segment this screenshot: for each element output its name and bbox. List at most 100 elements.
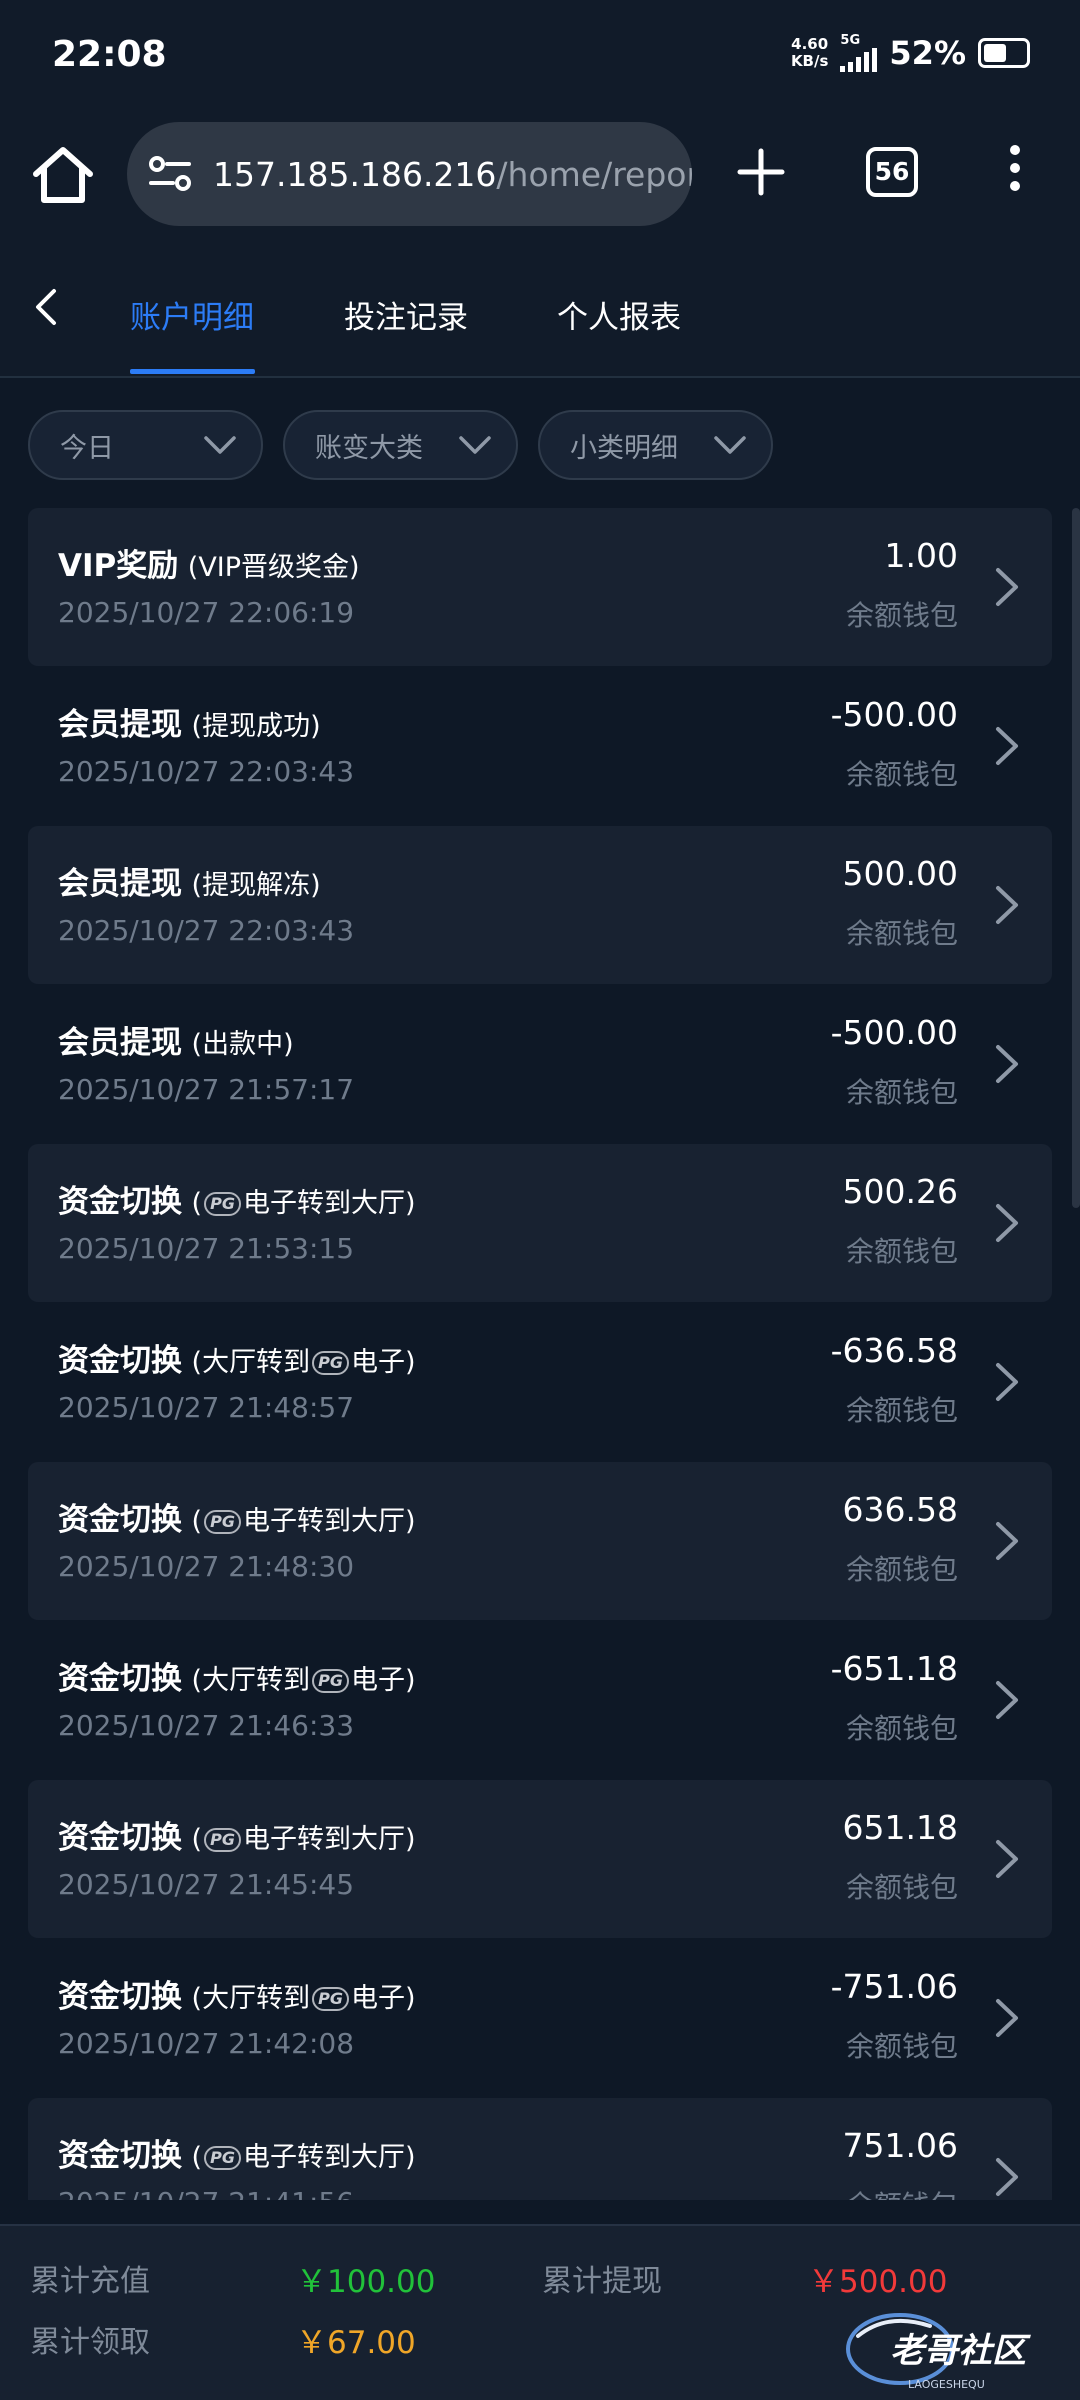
- transaction-amount: 1.00: [884, 536, 958, 575]
- recharge-label: 累计充值: [30, 2264, 150, 2299]
- wallet-label: 余额钱包: [845, 917, 958, 950]
- status-bar: 22:08 4.60 KB/s 5G 52%: [0, 0, 1080, 115]
- transaction-time: 2025/10/27 21:45:45: [58, 1868, 355, 1901]
- home-icon[interactable]: [30, 142, 96, 208]
- chevron-right-icon: [996, 886, 1018, 924]
- battery-percent: 52%: [889, 34, 966, 72]
- transaction-type: 会员提现: [58, 866, 182, 902]
- transaction-type: 资金切换: [58, 1661, 182, 1697]
- svg-text:老哥社区: 老哥社区: [890, 2331, 1031, 2371]
- wallet-label: 余额钱包: [845, 758, 958, 791]
- wallet-label: 余额钱包: [845, 599, 958, 632]
- transaction-row[interactable]: 资金切换 (PG 电子转到大厅) 2025/10/27 21:45:45 651.18…: [28, 1780, 1052, 1938]
- transaction-amount: 751.06: [842, 2126, 958, 2165]
- pg-logo-icon: PG: [312, 1350, 349, 1375]
- transaction-title: 会员提现 (提现解冻): [58, 866, 321, 902]
- filter-bar: 今日 账变大类 小类明细: [0, 378, 1080, 488]
- svg-text:LAOGESHEQU: LAOGESHEQU: [908, 2378, 985, 2391]
- pg-logo-icon: PG: [204, 1827, 241, 1852]
- tab-bet-records[interactable]: 投注记录: [344, 292, 468, 337]
- transaction-amount: -636.58: [830, 1331, 958, 1370]
- pg-logo-icon: PG: [312, 1668, 349, 1693]
- chevron-right-icon: [996, 727, 1018, 765]
- transaction-type: 资金切换: [58, 1820, 182, 1856]
- transaction-title: 会员提现 (提现成功): [58, 707, 321, 743]
- transaction-type: 资金切换: [58, 1502, 182, 1538]
- transaction-title: 资金切换 (PG 电子转到大厅): [58, 2138, 416, 2174]
- chevron-right-icon: [996, 1840, 1018, 1878]
- transaction-row[interactable]: 资金切换 (大厅转到 PG 电子) 2025/10/27 21:46:33 -651.1…: [28, 1621, 1052, 1779]
- transaction-type: 资金切换: [58, 1184, 182, 1220]
- transaction-amount: 500.00: [842, 854, 958, 893]
- transaction-row[interactable]: 资金切换 (大厅转到 PG 电子) 2025/10/27 21:48:57 -636.5…: [28, 1303, 1052, 1461]
- transaction-title: 资金切换 (PG 电子转到大厅): [58, 1820, 416, 1856]
- transaction-type: VIP奖励: [58, 548, 179, 584]
- recharge-value: ￥100.00: [296, 2264, 436, 2300]
- chevron-right-icon: [996, 2158, 1018, 2196]
- transaction-amount: 651.18: [842, 1808, 958, 1847]
- transaction-type: 资金切换: [58, 2138, 182, 2174]
- site-settings-icon[interactable]: [147, 151, 193, 197]
- back-icon[interactable]: [26, 287, 66, 327]
- transaction-row[interactable]: 资金切换 (PG 电子转到大厅) 2025/10/27 21:48:30 636.58…: [28, 1462, 1052, 1620]
- watermark-logo: 老哥社区 LAOGESHEQU: [846, 2313, 1031, 2391]
- signal-icon: 5G: [840, 34, 878, 72]
- active-tab-indicator: [130, 369, 255, 374]
- chevron-right-icon: [996, 568, 1018, 606]
- transaction-row[interactable]: 会员提现 (提现解冻) 2025/10/27 22:03:43 500.00 余额钱包: [28, 826, 1052, 984]
- chevron-down-icon: [459, 436, 491, 454]
- tab-account-details[interactable]: 账户明细: [130, 292, 254, 337]
- transaction-title: 资金切换 (PG 电子转到大厅): [58, 1502, 416, 1538]
- transaction-row[interactable]: VIP奖励 (VIP晋级奖金) 2025/10/27 22:06:19 1.00 余额…: [28, 508, 1052, 666]
- wallet-label: 余额钱包: [846, 2184, 958, 2200]
- transaction-type: 会员提现: [58, 707, 182, 743]
- transaction-title: 资金切换 (大厅转到 PG 电子): [58, 1343, 416, 1379]
- category-filter-select[interactable]: 账变大类: [283, 410, 518, 480]
- status-time: 22:08: [52, 34, 167, 75]
- pg-logo-icon: PG: [204, 1191, 241, 1216]
- transaction-row[interactable]: 资金切换 (PG 电子转到大厅) 2025/10/27 21:53:15 500.26…: [28, 1144, 1052, 1302]
- scrollbar[interactable]: [1072, 508, 1080, 1208]
- more-menu-icon[interactable]: [995, 145, 1035, 201]
- wallet-label: 余额钱包: [845, 1394, 958, 1427]
- transaction-time: 2025/10/27 21:46:33: [58, 1709, 355, 1742]
- address-bar[interactable]: 157.185.186.216/home/report?ci: [127, 122, 692, 226]
- pg-logo-icon: PG: [204, 2145, 241, 2170]
- wallet-label: 余额钱包: [845, 1553, 958, 1586]
- wallet-label: 余额钱包: [845, 1235, 958, 1268]
- transaction-amount: -500.00: [830, 1013, 958, 1052]
- transaction-time: 2025/10/27 21:41:56: [58, 2186, 354, 2200]
- battery-icon: [978, 38, 1030, 68]
- transaction-amount: -500.00: [830, 695, 958, 734]
- transaction-amount: 500.26: [842, 1172, 958, 1211]
- transaction-type: 会员提现: [58, 1025, 182, 1061]
- transaction-time: 2025/10/27 21:42:08: [58, 2027, 355, 2060]
- transaction-time: 2025/10/27 21:48:30: [58, 1550, 355, 1583]
- transaction-title: 会员提现 (出款中): [58, 1025, 294, 1061]
- transaction-row[interactable]: 资金切换 (PG电子转到大厅) 2025/10/27 21:41:56 751.06…: [28, 2098, 1052, 2200]
- pg-logo-icon: PG: [312, 1986, 349, 2011]
- transaction-row[interactable]: 会员提现 (提现成功) 2025/10/27 22:03:43 -500.00 余额钱…: [28, 667, 1052, 825]
- transaction-type: 资金切换: [58, 1343, 182, 1379]
- chevron-right-icon: [996, 1045, 1018, 1083]
- claim-label: 累计领取: [30, 2325, 150, 2360]
- chevron-right-icon: [996, 1204, 1018, 1242]
- tab-personal-report[interactable]: 个人报表: [557, 292, 681, 337]
- transaction-row[interactable]: 会员提现 (出款中) 2025/10/27 21:57:17 -500.00 余额钱包: [28, 985, 1052, 1143]
- transaction-type: 资金切换: [58, 1979, 182, 2015]
- chevron-down-icon: [204, 436, 236, 454]
- transaction-amount: -751.06: [830, 1967, 958, 2006]
- date-filter-select[interactable]: 今日: [28, 410, 263, 480]
- url-text[interactable]: 157.185.186.216/home/report?ci: [213, 155, 692, 194]
- chevron-right-icon: [996, 1999, 1018, 2037]
- transaction-time: 2025/10/27 21:48:57: [58, 1391, 355, 1424]
- transaction-time: 2025/10/27 21:53:15: [58, 1232, 355, 1265]
- tab-switcher-button[interactable]: 56: [866, 147, 918, 197]
- transaction-list[interactable]: VIP奖励 (VIP晋级奖金) 2025/10/27 22:06:19 1.00 余额…: [0, 508, 1080, 2200]
- new-tab-icon[interactable]: [736, 147, 786, 197]
- transaction-row[interactable]: 资金切换 (大厅转到 PG 电子) 2025/10/27 21:42:08 -751.0…: [28, 1939, 1052, 2097]
- transaction-time: 2025/10/27 22:03:43: [58, 914, 355, 947]
- subcategory-filter-select[interactable]: 小类明细: [538, 410, 773, 480]
- status-indicators: 4.60 KB/s 5G 52%: [791, 34, 1030, 72]
- summary-footer: 累计充值 ￥100.00 累计提现 ￥500.00 累计领取 ￥67.00 老哥…: [0, 2224, 1080, 2400]
